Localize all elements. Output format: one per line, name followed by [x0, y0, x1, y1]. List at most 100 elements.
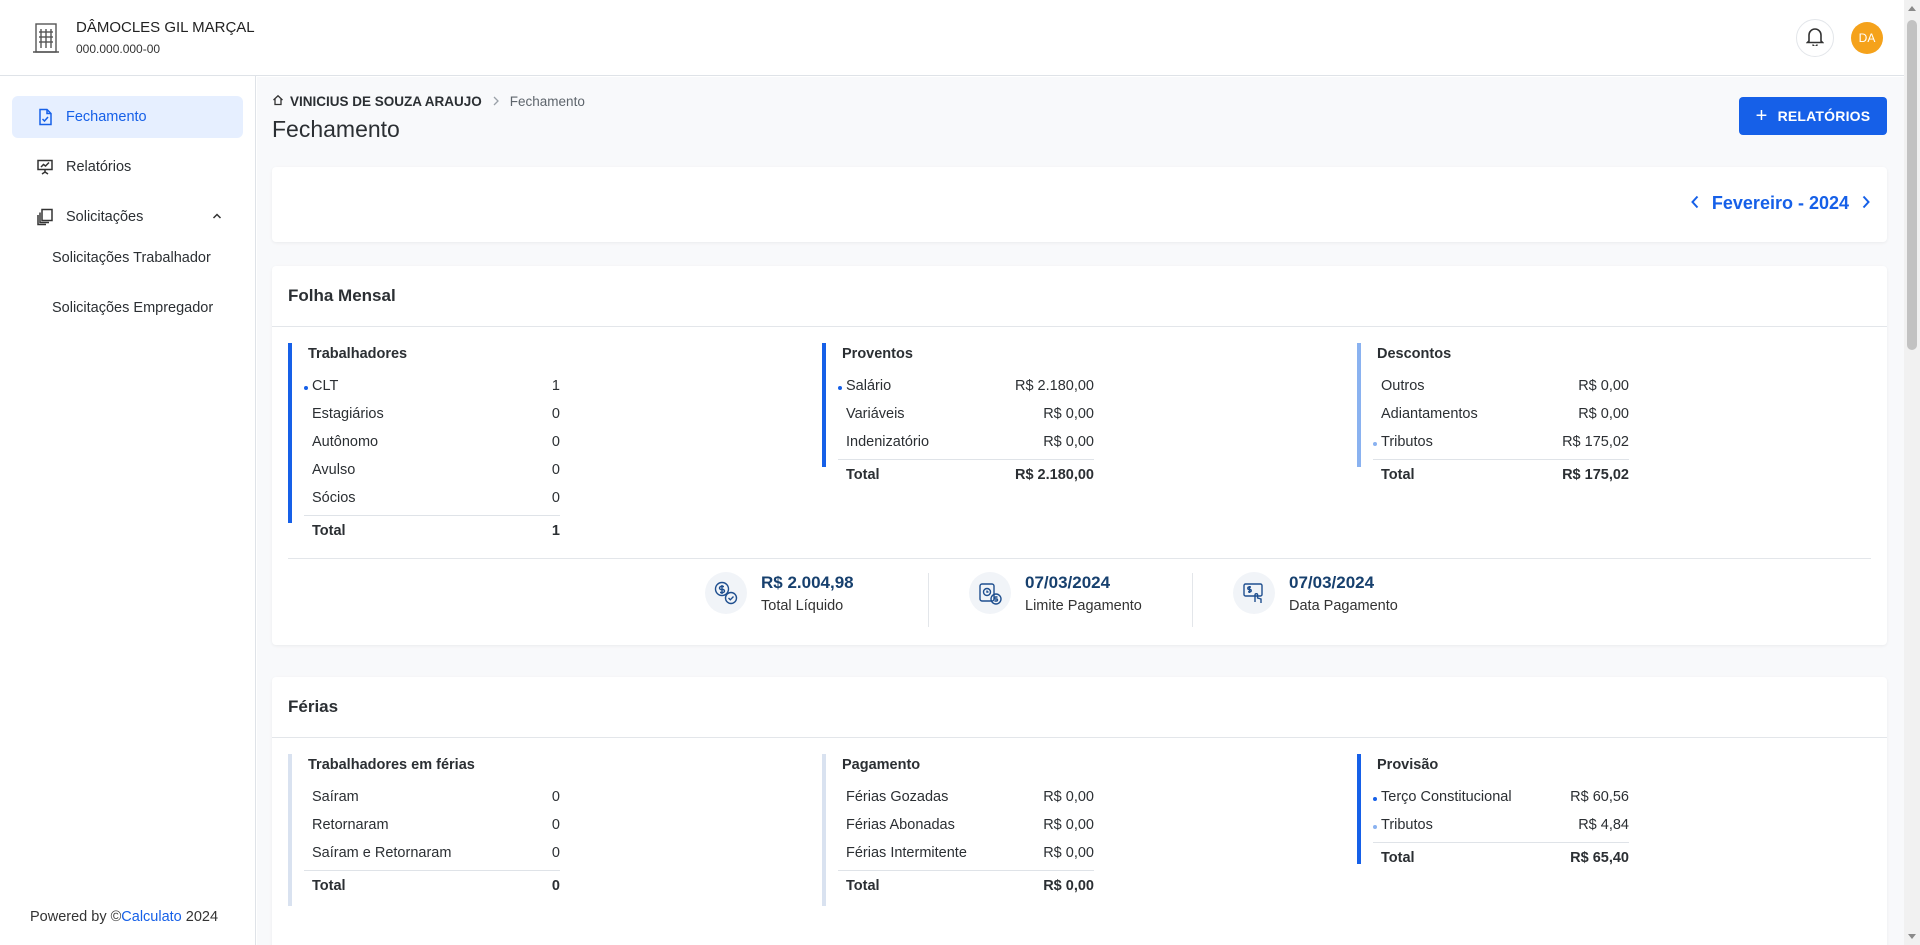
list-item: Indenizatório R$ 0,00 — [846, 434, 1094, 450]
sidebar-item-label: Fechamento — [66, 109, 147, 125]
breadcrumb-root[interactable]: VINICIUS DE SOUZA ARAUJO — [290, 94, 482, 109]
summary-data-pagamento: 07/03/2024 Data Pagamento — [1233, 572, 1398, 614]
money-check-icon — [705, 572, 747, 614]
sidebar-subitem-solicitacoes-trabalhador[interactable]: Solicitações Trabalhador — [52, 250, 211, 266]
list-item: Avulso 0 — [312, 462, 560, 478]
main-content: VINICIUS DE SOUZA ARAUJO Fechamento Fech… — [257, 77, 1904, 945]
block-title: Trabalhadores — [308, 346, 408, 362]
list-item: Retornaram 0 — [312, 817, 560, 833]
proventos-block: Proventos Salário R$ 2.180,00 Variáveis R$… — [822, 343, 1094, 483]
chevron-right-icon — [492, 94, 500, 109]
chevron-left-icon[interactable] — [1690, 192, 1700, 215]
chevron-right-icon[interactable] — [1861, 192, 1871, 215]
list-item: Férias Gozadas R$ 0,00 — [846, 789, 1094, 805]
period-selector: Fevereiro - 2024 — [1678, 192, 1871, 215]
period-label: Fevereiro - 2024 — [1711, 193, 1849, 213]
total-row: Total R$ 0,00 — [846, 878, 1094, 894]
list-item: Tributos R$ 175,02 — [1373, 434, 1629, 454]
limite-pagamento-caption: Limite Pagamento — [1025, 597, 1142, 614]
sidebar-item-fechamento[interactable]: Fechamento — [12, 96, 243, 138]
total-liquido-caption: Total Líquido — [761, 597, 844, 614]
page-title: Fechamento — [272, 116, 400, 142]
list-item: Variáveis R$ 0,00 — [846, 406, 1094, 422]
total-row: Total 0 — [312, 878, 560, 894]
avatar[interactable]: DA — [1851, 22, 1883, 54]
powered-by: Powered by ©Calculato 2024 — [30, 909, 218, 925]
trabalhadores-ferias-block: Trabalhadores em férias Saíram 0 Retornar… — [288, 754, 560, 906]
block-title: Trabalhadores em férias — [308, 757, 475, 773]
divider — [272, 326, 1887, 327]
list-item: Férias Intermitente R$ 0,00 — [846, 845, 1094, 861]
folha-mensal-title: Folha Mensal — [288, 286, 396, 305]
breadcrumb: VINICIUS DE SOUZA ARAUJO Fechamento — [272, 94, 585, 109]
reports-button-label: RELATÓRIOS — [1777, 108, 1871, 124]
pagamento-block: Pagamento Férias Gozadas R$ 0,00 Férias A… — [822, 754, 1094, 906]
divider — [304, 870, 560, 871]
list-item: Sócios 0 — [312, 490, 560, 506]
company-name: DÂMOCLES GIL MARÇAL — [76, 19, 255, 36]
clock-money-icon — [969, 572, 1011, 614]
divider — [928, 573, 929, 627]
list-item: CLT 1 — [304, 378, 560, 398]
scroll-down-arrow-icon[interactable] — [1908, 934, 1916, 939]
total-row: Total 1 — [312, 523, 560, 539]
presentation-chart-icon — [36, 158, 54, 176]
scrollbar[interactable] — [1904, 0, 1920, 945]
scrollbar-thumb[interactable] — [1907, 20, 1917, 350]
bullet-dot — [304, 386, 308, 390]
payment-hand-icon — [1233, 572, 1275, 614]
home-icon[interactable] — [272, 94, 284, 109]
breadcrumb-current: Fechamento — [509, 94, 585, 109]
data-pagamento-caption: Data Pagamento — [1289, 597, 1398, 614]
data-pagamento-value: 07/03/2024 — [1289, 572, 1375, 592]
trabalhadores-block: Trabalhadores CLT 1 Estagiários 0 Autônomo… — [288, 343, 560, 539]
divider — [838, 459, 1094, 460]
notifications-button[interactable] — [1796, 19, 1834, 57]
summary-limite-pagamento: 07/03/2024 Limite Pagamento — [969, 572, 1142, 614]
block-title: Proventos — [842, 346, 913, 362]
sidebar-subitem-solicitacoes-empregador[interactable]: Solicitações Empregador — [52, 300, 213, 316]
reports-button[interactable]: + RELATÓRIOS — [1739, 97, 1887, 135]
sidebar-item-relatorios[interactable]: Relatórios — [12, 146, 243, 188]
sidebar-item-label: Relatórios — [66, 159, 132, 175]
ferias-title: Férias — [288, 697, 339, 716]
sidebar-item-label: Solicitações — [66, 209, 144, 225]
company-document: 000.000.000-00 — [76, 42, 161, 56]
powered-by-prefix: Powered by © — [30, 909, 122, 925]
calculato-link[interactable]: Calculato — [121, 909, 181, 925]
list-item: Estagiários 0 — [312, 406, 560, 422]
divider — [304, 515, 560, 516]
period-card: Fevereiro - 2024 — [272, 167, 1887, 242]
block-title: Provisão — [1377, 757, 1439, 773]
total-row: Total R$ 175,02 — [1381, 467, 1629, 483]
list-item: Salário R$ 2.180,00 — [838, 378, 1094, 398]
bullet-dot — [838, 386, 842, 390]
divider — [838, 870, 1094, 871]
scroll-up-arrow-icon[interactable] — [1908, 6, 1916, 11]
list-item: Outros R$ 0,00 — [1381, 378, 1629, 394]
divider — [288, 558, 1871, 559]
list-item: Férias Abonadas R$ 0,00 — [846, 817, 1094, 833]
plus-icon: + — [1755, 105, 1768, 127]
ferias-card: Férias Trabalhadores em férias Saíram 0 R… — [272, 677, 1887, 945]
sidebar: Fechamento Relatórios Solicitações Solic… — [0, 76, 256, 945]
powered-by-year: 2024 — [185, 909, 219, 925]
divider — [1373, 842, 1629, 843]
chevron-up-icon — [211, 210, 223, 226]
block-title: Descontos — [1377, 346, 1452, 362]
list-item: Adiantamentos R$ 0,00 — [1381, 406, 1629, 422]
list-item: Saíram 0 — [312, 789, 560, 805]
total-liquido-value: R$ 2.004,98 — [761, 572, 854, 592]
total-row: Total R$ 65,40 — [1381, 850, 1629, 866]
document-check-icon — [36, 108, 54, 126]
bullet-dot — [1373, 442, 1377, 446]
bullet-dot — [1373, 825, 1377, 829]
provisao-block: Provisão Terço Constitucional R$ 60,56 Tr… — [1357, 754, 1629, 866]
total-row: Total R$ 2.180,00 — [846, 467, 1094, 483]
divider — [1192, 573, 1193, 627]
sidebar-item-solicitacoes[interactable]: Solicitações — [12, 196, 243, 238]
top-bar: DÂMOCLES GIL MARÇAL 000.000.000-00 DA — [0, 0, 1920, 76]
bullet-dot — [1373, 797, 1377, 801]
folha-mensal-card: Folha Mensal Trabalhadores CLT 1 Estagiár… — [272, 266, 1887, 645]
divider — [272, 737, 1887, 738]
